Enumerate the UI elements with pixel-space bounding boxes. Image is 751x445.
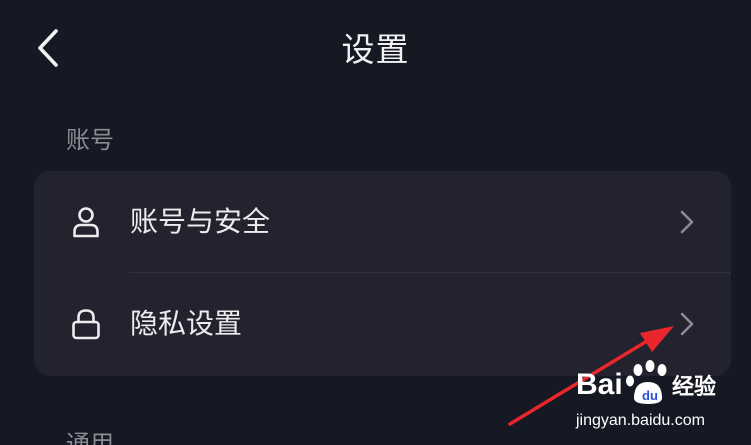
svg-text:du: du xyxy=(642,388,658,403)
settings-item-label: 隐私设置 xyxy=(130,307,243,340)
settings-item-account-security[interactable]: 账号与安全 xyxy=(34,171,731,273)
baidu-logo-icon: Bai du 经验 xyxy=(576,360,716,404)
svg-text:经验: 经验 xyxy=(672,374,716,400)
section-label-general: 通用 xyxy=(66,430,114,445)
page-title: 设置 xyxy=(341,30,410,69)
settings-screen: 设置 账号 账号与安全 隐私设置 通用 Bai du 经验 jingyan.ba… xyxy=(0,0,751,445)
user-icon xyxy=(73,207,99,238)
chevron-right-icon xyxy=(680,312,694,336)
svg-text:Bai: Bai xyxy=(576,368,623,401)
account-settings-card: 账号与安全 隐私设置 xyxy=(34,171,731,376)
chevron-right-icon xyxy=(680,210,694,234)
lock-icon xyxy=(72,309,100,340)
watermark-url: jingyan.baidu.com xyxy=(576,412,705,429)
nav-bar: 设置 xyxy=(0,0,751,100)
section-label-account: 账号 xyxy=(66,126,114,154)
baidu-jingyan-watermark: Bai du 经验 jingyan.baidu.com xyxy=(576,354,746,430)
settings-item-label: 账号与安全 xyxy=(130,205,271,238)
